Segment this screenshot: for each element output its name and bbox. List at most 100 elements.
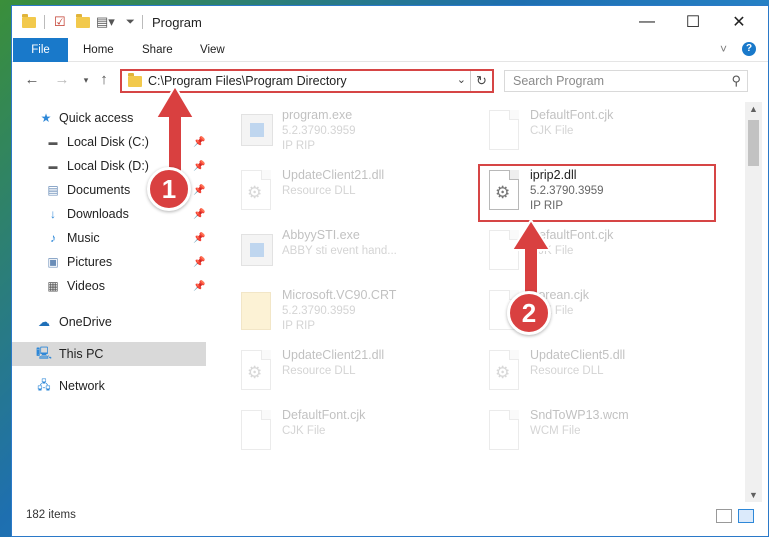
music-icon: ♪ [50, 231, 56, 245]
chevron-down-icon[interactable]: ⌄ [457, 73, 466, 86]
file-tile[interactable]: Microsoft.VC90.CRT 5.2.3790.3959 IP RIP [235, 286, 471, 344]
document-icon [489, 410, 521, 450]
title-bar: ☑ ▤▾ ⏷ Program — ☐ ✕ [12, 6, 768, 38]
tab-file[interactable]: File [13, 38, 68, 62]
file-detail: CJK File [282, 425, 326, 437]
file-view: program.exe 5.2.3790.3959 IP RIP Default… [209, 102, 744, 502]
help-icon[interactable]: ? [742, 42, 756, 56]
vertical-scrollbar[interactable]: ▲ ▼ [745, 102, 762, 502]
document-icon [241, 410, 273, 450]
pc-icon: 🖳 [36, 345, 53, 360]
file-tile[interactable]: AbbyySTI.exe ABBY sti event hand... [235, 226, 471, 284]
pin-icon[interactable]: 📌 [193, 281, 205, 292]
search-input[interactable]: Search Program ⚲ [504, 70, 748, 92]
item-count: 182 items [26, 509, 76, 521]
sidebar-item-label: Local Disk (C:) [67, 135, 149, 149]
pin-icon[interactable]: 📌 [193, 257, 205, 268]
folder-icon [22, 13, 36, 31]
step-badge-1: 1 [147, 167, 191, 211]
documents-icon: ▤ [47, 183, 59, 197]
tab-home[interactable]: Home [83, 38, 114, 62]
file-tile[interactable]: DefaultFont.cjk CJK File [483, 106, 719, 164]
exe-icon [241, 230, 273, 270]
address-row: ← → ▾ ↑ C:\Program Files\Program Directo… [12, 66, 768, 96]
ribbon-tabs: File Home Share View ˅ ? [12, 38, 768, 62]
sidebar-item-label: OneDrive [59, 315, 112, 329]
videos-icon: ▦ [47, 279, 59, 293]
forward-arrow-icon[interactable]: → [52, 70, 72, 90]
sidebar-item-label: Music [67, 231, 100, 245]
file-detail: ABBY sti event hand... [282, 245, 397, 257]
sidebar-item-label: Quick access [59, 111, 134, 125]
scroll-down-icon[interactable]: ▼ [745, 490, 762, 500]
file-name: DefaultFont.cjk [282, 408, 366, 422]
scroll-thumb[interactable] [748, 120, 759, 166]
file-tile[interactable]: ⚙ UpdateClient5.dll Resource DLL [483, 346, 719, 404]
back-arrow-icon[interactable]: ← [22, 70, 42, 90]
file-tile[interactable]: DefaultFont.cjk CJK File [235, 406, 471, 464]
sidebar-item-network[interactable]: 🖧 Network [12, 374, 206, 398]
details-view-icon[interactable] [716, 509, 732, 523]
file-detail: Resource DLL [530, 365, 604, 377]
file-name: SndToWP13.wcm [530, 408, 629, 422]
sidebar-item-label: Downloads [67, 207, 129, 221]
drive-icon: ▬ [48, 137, 58, 147]
pin-icon[interactable]: 📌 [193, 233, 205, 244]
refresh-icon[interactable]: ↻ [470, 71, 492, 91]
file-detail: 5.2.3790.3959 [282, 125, 356, 137]
drive-icon: ▬ [48, 161, 58, 171]
search-icon[interactable]: ⚲ [731, 73, 741, 89]
sidebar-item-label: Videos [67, 279, 105, 293]
file-name: UpdateClient21.dll [282, 168, 385, 182]
sidebar-item-label: Network [59, 379, 105, 393]
sidebar-item-onedrive[interactable]: ☁ OneDrive [12, 310, 206, 334]
search-placeholder: Search Program [513, 74, 605, 88]
recent-locations-icon[interactable]: ▾ [76, 70, 96, 90]
sidebar-item-this-pc[interactable]: 🖳 This PC [12, 342, 206, 366]
file-name: program.exe [282, 108, 353, 122]
properties-icon[interactable]: ☑ [54, 13, 68, 31]
window-title: Program [152, 15, 202, 30]
status-bar: 182 items [12, 502, 768, 528]
file-tile[interactable]: program.exe 5.2.3790.3959 IP RIP [235, 106, 471, 164]
download-icon: ↓ [50, 207, 56, 221]
file-tile[interactable]: ⚙ UpdateClient21.dll Resource DLL [235, 346, 471, 404]
file-detail: WCM File [530, 425, 581, 437]
file-tile[interactable]: SndToWP13.wcm WCM File [483, 406, 719, 464]
cloud-icon: ☁ [38, 315, 50, 329]
sidebar-item-label: Local Disk (D:) [67, 159, 149, 173]
separator [142, 13, 143, 31]
star-icon: ★ [40, 111, 52, 125]
sidebar-item-label: Pictures [67, 255, 113, 269]
maximize-button[interactable]: ☐ [670, 6, 716, 38]
file-name: DefaultFont.cjk [530, 108, 614, 122]
minimize-button[interactable]: — [624, 6, 670, 38]
folder-icon [241, 290, 273, 330]
sidebar-item-music[interactable]: ♪ Music 📌 [12, 226, 206, 250]
tab-share[interactable]: Share [142, 38, 173, 62]
expand-ribbon-icon[interactable]: ˅ [720, 42, 727, 56]
close-button[interactable]: ✕ [716, 6, 762, 38]
sidebar-item-pictures[interactable]: ▣ Pictures 📌 [12, 250, 206, 274]
up-arrow-icon[interactable]: ↑ [94, 70, 114, 90]
dll-icon: ⚙ [489, 350, 521, 390]
view-options-icon[interactable]: ▤▾ [96, 13, 115, 31]
file-detail: Resource DLL [282, 185, 356, 197]
file-detail: 5.2.3790.3959 [282, 305, 356, 317]
large-icons-view-icon[interactable] [738, 509, 754, 523]
pictures-icon: ▣ [47, 255, 59, 269]
sidebar-item-label: Documents [67, 183, 131, 197]
file-detail: IP RIP [282, 140, 316, 152]
pin-icon[interactable]: 📌 [193, 209, 205, 220]
tab-view[interactable]: View [200, 38, 225, 62]
sidebar-item-videos[interactable]: ▦ Videos 📌 [12, 274, 206, 298]
file-tile[interactable]: ⚙ UpdateClient21.dll Resource DLL [235, 166, 471, 224]
dll-icon: ⚙ [241, 170, 273, 210]
exe-icon [241, 110, 273, 150]
dll-icon: ⚙ [241, 350, 273, 390]
customize-toolbar-icon[interactable]: ⏷ [126, 13, 135, 31]
step-badge-2: 2 [507, 291, 551, 335]
new-folder-icon[interactable] [76, 13, 90, 31]
scroll-up-icon[interactable]: ▲ [745, 104, 762, 114]
explorer-window: ☑ ▤▾ ⏷ Program — ☐ ✕ File Home Share Vie… [11, 5, 769, 537]
